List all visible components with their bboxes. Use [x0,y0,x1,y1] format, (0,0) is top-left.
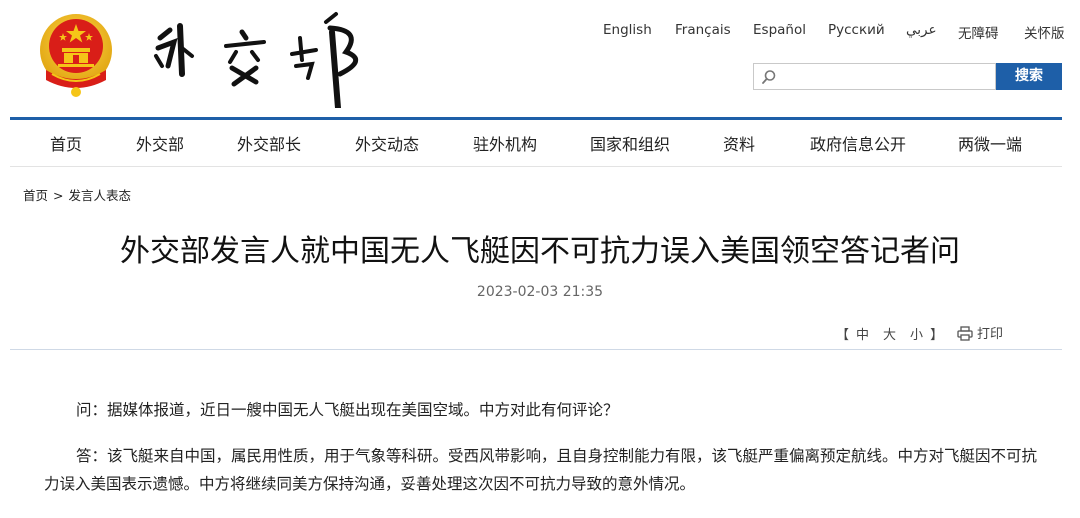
elder-care-version-link[interactable]: 关怀版 [1024,22,1065,42]
bracket-close: 】 [930,328,944,343]
search-button[interactable]: 搜索 [996,63,1062,90]
search-input[interactable] [780,66,990,87]
lang-french-link[interactable]: Français [675,22,731,38]
breadcrumb-separator: > [53,188,64,203]
article-paragraph-question: 问：据媒体报道，近日一艘中国无人飞艇出现在美国空域。中方对此有何评论？ [76,401,619,419]
accessibility-link[interactable]: 无障碍 [958,22,999,42]
bracket-open: 【 [836,328,850,343]
content-divider [10,349,1062,350]
font-size-small-button[interactable]: 小 [910,328,923,343]
breadcrumb: 首页 > 发言人表态 [23,185,131,204]
font-size-controls: 【中大小】 [836,324,943,343]
main-nav: 首页 外交部 外交部长 外交动态 驻外机构 国家和组织 资料 政府信息公开 两微… [0,131,1080,155]
nav-item-ministry[interactable]: 外交部 [136,131,184,155]
nav-item-missions-abroad[interactable]: 驻外机构 [473,131,537,155]
nav-item-minister[interactable]: 外交部长 [237,131,301,155]
print-label: 打印 [977,327,1004,342]
search-box [753,63,996,90]
article-paragraph-answer: 答：该飞艇来自中国，属民用性质，用于气象等科研。受西风带影响，且自身控制能力有限… [44,447,1038,493]
article-date: 2023-02-03 21:35 [476,284,604,300]
lang-english-link[interactable]: English [603,22,652,38]
nav-item-resources[interactable]: 资料 [723,131,755,155]
nav-item-social[interactable]: 两微一端 [958,131,1022,155]
article-title: 外交部发言人就中国无人飞艇因不可抗力误入美国领空答记者问 [120,234,960,269]
nav-top-divider [10,117,1062,120]
nav-item-diplomatic-news[interactable]: 外交动态 [355,131,419,155]
nav-item-home[interactable]: 首页 [50,131,82,155]
nav-item-gov-info[interactable]: 政府信息公开 [810,131,906,155]
search-icon [762,70,776,84]
printer-icon [957,326,973,341]
lang-arabic-link[interactable]: عربي [906,22,937,38]
print-button[interactable]: 打印 [957,323,1003,342]
lang-russian-link[interactable]: Русский [828,22,885,38]
language-bar: English Français Español Русский عربي 无障… [0,22,1080,42]
lang-spanish-link[interactable]: Español [753,22,806,38]
breadcrumb-spokesperson-link[interactable]: 发言人表态 [69,188,132,203]
font-size-large-button[interactable]: 大 [883,328,896,343]
nav-bottom-divider [10,166,1062,167]
breadcrumb-home-link[interactable]: 首页 [23,188,48,203]
nav-item-countries-orgs[interactable]: 国家和组织 [590,131,670,155]
font-size-medium-button[interactable]: 中 [856,328,869,343]
